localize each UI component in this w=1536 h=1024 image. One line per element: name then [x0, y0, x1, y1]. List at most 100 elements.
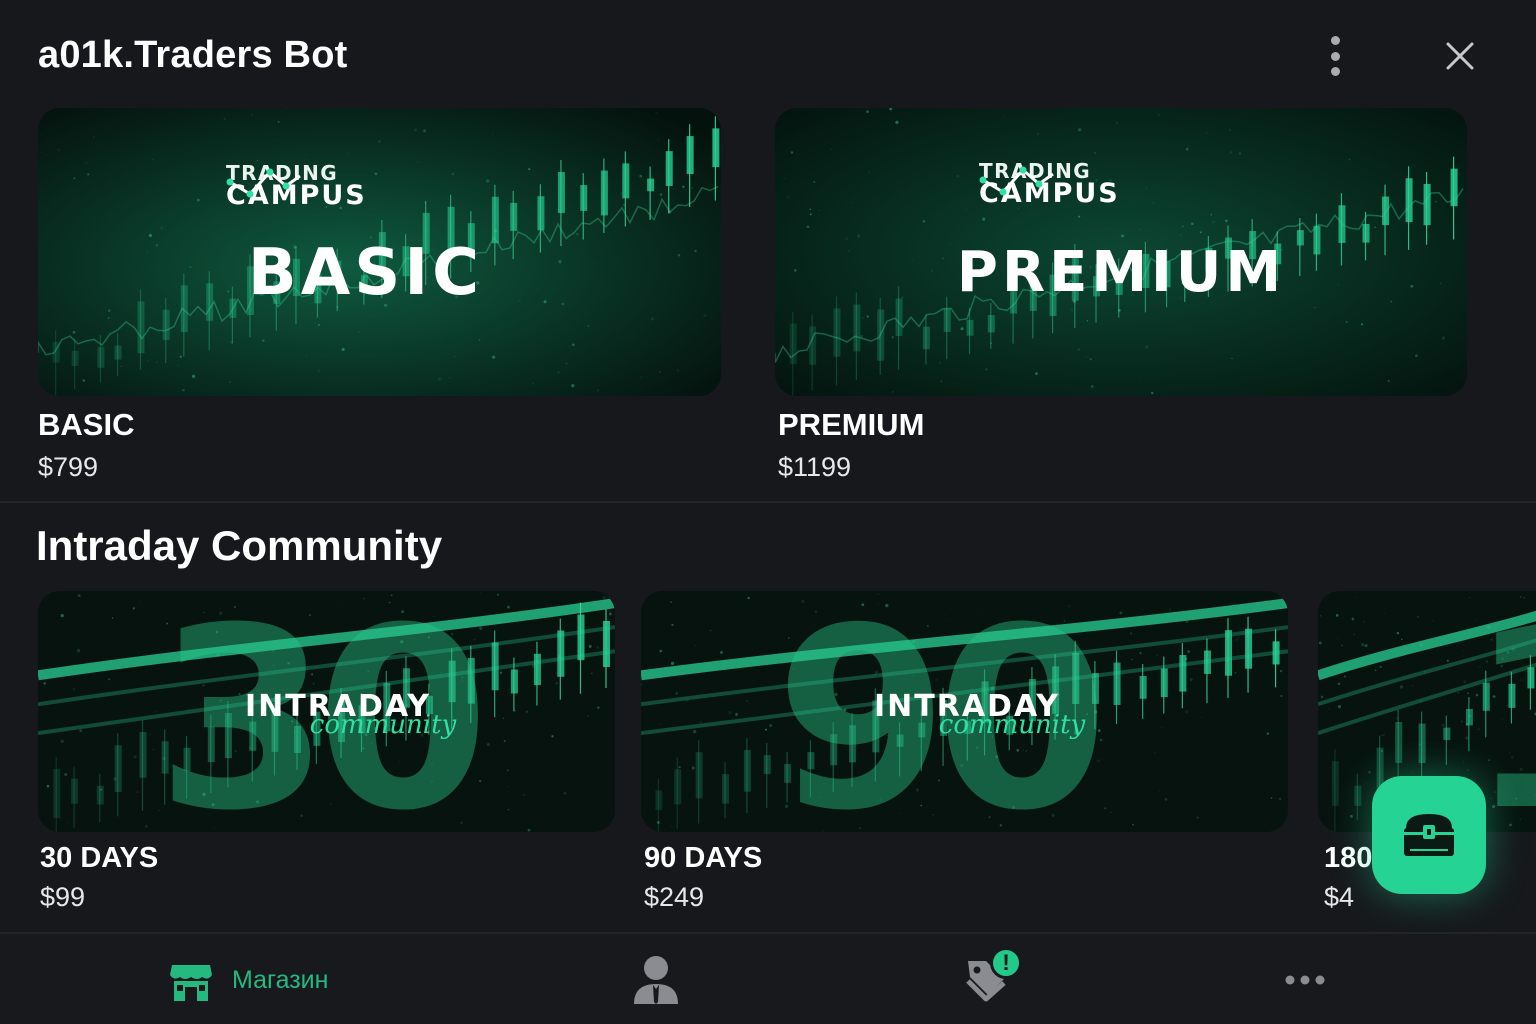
noise-dot [479, 626, 483, 630]
candle-body [1331, 761, 1339, 806]
noise-dot [76, 649, 81, 653]
user-icon [634, 956, 678, 1004]
more-horizontal-icon [1285, 975, 1325, 985]
candle-body [622, 163, 630, 199]
noise-dot [1116, 122, 1118, 124]
noise-dot [358, 331, 360, 333]
noise-dot [747, 596, 750, 600]
noise-dot [148, 732, 152, 735]
noise-dot [1337, 637, 1339, 639]
nav-more[interactable] [1284, 934, 1326, 1024]
noise-dot [223, 117, 226, 121]
nav-profile[interactable] [632, 934, 680, 1024]
noise-dot [709, 629, 712, 632]
noise-dot [262, 339, 265, 342]
community-banner-90[interactable]: 90 INTRADAY community [641, 591, 1288, 832]
noise-dot [523, 794, 526, 796]
noise-dot [312, 215, 314, 217]
noise-dot [1335, 613, 1339, 617]
noise-dot [374, 172, 378, 176]
noise-dot [79, 729, 83, 733]
noise-dot [60, 739, 64, 743]
noise-dot [1196, 218, 1198, 220]
candle-body [1405, 178, 1413, 223]
noise-dot [160, 226, 164, 230]
noise-dot [1320, 615, 1322, 617]
noise-dot [147, 360, 149, 362]
noise-dot [416, 161, 419, 163]
bottom-nav: Магазин ! [0, 932, 1536, 1024]
noise-dot [1231, 357, 1233, 360]
noise-dot [659, 193, 663, 196]
product-price: $249 [644, 882, 705, 912]
noise-dot [82, 379, 86, 382]
noise-dot [192, 124, 193, 125]
treasure-chest-button[interactable] [1372, 776, 1486, 894]
product-name: BASIC [38, 407, 135, 442]
nav-shop[interactable]: Магазин [168, 934, 328, 1024]
noise-dot [437, 377, 442, 381]
noise-dot [229, 381, 231, 383]
noise-dot [1435, 200, 1437, 203]
candle-body [53, 768, 61, 819]
candle-body [1179, 655, 1187, 692]
noise-dot [790, 151, 794, 154]
noise-dot [1363, 621, 1365, 623]
noise-dot [676, 369, 680, 372]
trading-campus-logo: TRADING CAMPUS [979, 161, 1120, 207]
noise-dot [1348, 158, 1351, 161]
noise-dot [1169, 608, 1171, 610]
noise-dot [720, 650, 723, 654]
candle-body [1245, 628, 1253, 669]
noise-dot [451, 172, 455, 176]
noise-dot [1361, 643, 1365, 647]
noise-dot [1161, 726, 1164, 729]
noise-dot [341, 347, 345, 351]
noise-dot [1319, 788, 1321, 789]
candle-body [510, 202, 518, 231]
noise-dot [348, 152, 349, 154]
product-banner-premium[interactable]: TRADING CAMPUS PREMIUM [775, 108, 1467, 396]
noise-dot [571, 384, 575, 388]
noise-dot [682, 185, 685, 188]
more-vertical-icon[interactable] [1318, 36, 1352, 76]
candle-body [1272, 641, 1280, 665]
noise-dot [903, 195, 905, 196]
noise-dot [1119, 611, 1123, 615]
noise-dot [145, 825, 148, 828]
candle-body [789, 323, 797, 365]
noise-dot [532, 383, 535, 385]
candle-body [602, 620, 610, 667]
candle-body [510, 669, 518, 694]
noise-dot [1270, 797, 1273, 799]
noise-dot [1345, 320, 1348, 324]
noise-dot [852, 202, 854, 203]
candle-body [665, 151, 673, 186]
nav-shop-label: Магазин [232, 965, 329, 994]
noise-dot [317, 323, 320, 326]
noise-dot [1201, 717, 1202, 719]
noise-dot [1145, 187, 1148, 190]
noise-dot [813, 180, 816, 183]
product-banner-basic[interactable]: TRADING CAMPUS BASIC [38, 108, 721, 396]
noise-dot [1411, 772, 1412, 774]
noise-dot [507, 808, 510, 811]
community-banner-30[interactable]: 30 INTRADAY community [38, 591, 615, 832]
candle-body [809, 326, 817, 365]
noise-dot [982, 217, 986, 221]
candle-body [533, 653, 541, 686]
noise-dot [1153, 202, 1155, 204]
candle-body [1395, 721, 1403, 763]
noise-dot [1229, 151, 1233, 154]
product-price: $99 [40, 882, 86, 912]
candle-body [139, 732, 147, 778]
noise-dot [1463, 650, 1465, 652]
noise-dot [671, 623, 674, 627]
noise-dot [120, 365, 122, 367]
noise-dot [670, 825, 673, 828]
banner-line2: community [309, 710, 457, 740]
noise-dot [1185, 148, 1189, 151]
noise-dot [151, 159, 154, 161]
close-icon[interactable] [1440, 36, 1480, 76]
noise-dot [1211, 220, 1215, 224]
